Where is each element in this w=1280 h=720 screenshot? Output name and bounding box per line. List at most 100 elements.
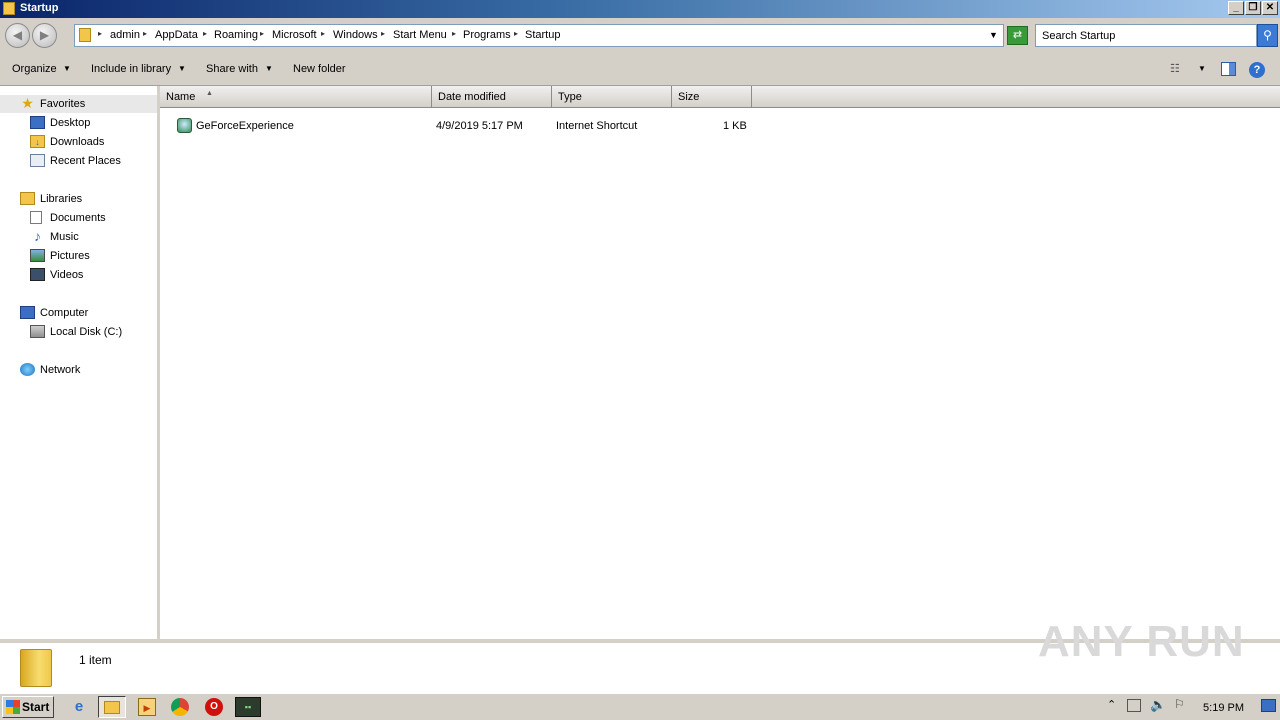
search-icon: ⚲: [1263, 28, 1272, 42]
chevron-right-icon[interactable]: ▸: [514, 29, 518, 38]
chevron-down-icon[interactable]: ▼: [1198, 64, 1206, 73]
column-header-type[interactable]: Type: [552, 86, 672, 108]
column-label: Name: [166, 91, 196, 103]
new-folder-button[interactable]: New folder: [293, 63, 346, 75]
folder-icon: [3, 2, 15, 15]
chevron-down-icon[interactable]: ▼: [178, 64, 186, 73]
organize-button[interactable]: Organize: [12, 63, 57, 75]
command-bar: Organize ▼ Include in library ▼ Share wi…: [0, 54, 1280, 86]
folder-icon: [104, 701, 120, 714]
views-icon[interactable]: ☷: [1170, 64, 1184, 75]
recent-places-icon: [30, 154, 45, 167]
nav-label: Network: [40, 364, 81, 376]
breadcrumb-admin[interactable]: admin: [110, 29, 140, 41]
show-desktop-icon[interactable]: [1261, 699, 1276, 712]
file-row[interactable]: GeForceExperience 4/9/2019 5:17 PM Inter…: [160, 116, 760, 136]
show-hidden-icons-icon[interactable]: ⌃: [1107, 698, 1116, 711]
include-in-library-button[interactable]: Include in library: [91, 63, 171, 75]
refresh-icon: ⇄: [1012, 29, 1023, 41]
nav-item-favorites[interactable]: ★ Favorites: [0, 95, 157, 113]
file-type: Internet Shortcut: [556, 120, 638, 132]
start-button[interactable]: Start: [2, 696, 54, 718]
music-icon: ♪: [34, 228, 41, 244]
minimize-button[interactable]: _: [1228, 1, 1244, 15]
chevron-right-icon[interactable]: ▸: [381, 29, 385, 38]
item-count: 1 item: [79, 653, 112, 667]
nav-label: Music: [50, 231, 79, 243]
column-label: Size: [678, 91, 700, 103]
breadcrumb-start-menu[interactable]: Start Menu: [393, 29, 447, 41]
column-header-filler: [752, 86, 1280, 108]
breadcrumb-programs[interactable]: Programs: [463, 29, 511, 41]
opera-icon[interactable]: O: [205, 698, 223, 716]
start-label: Start: [22, 700, 50, 714]
window-title: Startup: [20, 2, 59, 14]
navigation-pane: ★ Favorites Desktop ↓ Downloads Recent P…: [0, 86, 160, 639]
column-header-date-modified[interactable]: Date modified: [432, 86, 552, 108]
search-input[interactable]: Search Startup: [1035, 24, 1257, 47]
file-date-modified: 4/9/2019 5:17 PM: [436, 120, 523, 132]
network-status-icon[interactable]: [1127, 699, 1141, 712]
nav-label: Computer: [40, 307, 89, 319]
nav-label: Pictures: [50, 250, 90, 262]
internet-shortcut-icon: [177, 118, 192, 133]
chevron-down-icon[interactable]: ▼: [63, 64, 71, 73]
internet-explorer-icon[interactable]: e: [70, 698, 88, 716]
folder-icon: [20, 649, 52, 687]
chevron-right-icon[interactable]: ▸: [203, 29, 207, 38]
action-center-flag-icon[interactable]: ⚐: [1174, 697, 1185, 711]
share-with-button[interactable]: Share with: [206, 63, 258, 75]
chevron-right-icon[interactable]: ▸: [260, 29, 264, 38]
column-label: Date modified: [438, 91, 506, 103]
address-bar[interactable]: ▸ admin ▸ AppData ▸ Roaming ▸ Microsoft …: [74, 24, 1004, 47]
windows-logo-icon: [6, 700, 20, 714]
details-pane: 1 item ANY RUN: [0, 617, 1280, 693]
title-bar[interactable]: Startup _ ❐ ✕: [0, 0, 1280, 18]
restore-button[interactable]: ❐: [1245, 1, 1261, 15]
close-button[interactable]: ✕: [1262, 1, 1278, 15]
preview-pane-icon[interactable]: [1221, 62, 1236, 76]
back-button[interactable]: ◀: [5, 23, 30, 48]
volume-icon[interactable]: 🔈: [1150, 697, 1166, 713]
forward-button[interactable]: ▶: [32, 23, 57, 48]
refresh-button[interactable]: ⇄: [1007, 26, 1028, 45]
breadcrumb-microsoft[interactable]: Microsoft: [272, 29, 317, 41]
star-icon: ★: [21, 95, 34, 111]
explorer-taskbar-button[interactable]: [98, 696, 126, 718]
back-arrow-icon: ◀: [12, 28, 23, 42]
breadcrumb-windows[interactable]: Windows: [333, 29, 378, 41]
sort-up-icon: ▲: [206, 90, 213, 97]
nav-label: Favorites: [40, 98, 86, 110]
chevron-right-icon[interactable]: ▸: [98, 29, 102, 38]
chevron-right-icon[interactable]: ▸: [452, 29, 456, 38]
system-tray: ⌃ 🔈 ⚐ 5:19 PM: [1105, 696, 1280, 718]
task-manager-icon[interactable]: ▪▪: [235, 697, 261, 717]
chevron-down-icon[interactable]: ▼: [265, 64, 273, 73]
taskbar: Start e ▶ O ▪▪ ⌃ 🔈 ⚐ 5:19 PM: [0, 693, 1280, 720]
address-row: ◀ ▶ ▸ admin ▸ AppData ▸ Roaming ▸ Micros…: [0, 18, 1280, 54]
chevron-right-icon[interactable]: ▸: [143, 29, 147, 38]
file-size: 1 KB: [723, 120, 747, 132]
network-icon: [20, 363, 35, 376]
chrome-icon[interactable]: [171, 698, 189, 716]
column-headers: Name ▲ Date modified Type Size: [160, 86, 1280, 108]
breadcrumb-appdata[interactable]: AppData: [155, 29, 198, 41]
downloads-folder-icon: ↓: [30, 135, 45, 148]
search-button[interactable]: ⚲: [1257, 24, 1278, 47]
address-dropdown-icon[interactable]: ▼: [989, 30, 998, 40]
breadcrumb-startup[interactable]: Startup: [525, 29, 560, 41]
nav-label: Libraries: [40, 193, 83, 205]
chevron-right-icon[interactable]: ▸: [321, 29, 325, 38]
nav-label: Downloads: [50, 136, 105, 148]
column-label: Type: [558, 91, 582, 103]
media-player-icon[interactable]: ▶: [138, 698, 156, 716]
column-header-name[interactable]: Name ▲: [160, 86, 432, 108]
nav-label: Local Disk (C:): [50, 326, 123, 338]
help-icon[interactable]: ?: [1249, 62, 1265, 78]
documents-icon: [30, 211, 42, 224]
search-placeholder: Search Startup: [1042, 30, 1116, 42]
clock[interactable]: 5:19 PM: [1203, 702, 1244, 714]
column-header-size[interactable]: Size: [672, 86, 752, 108]
nav-label: Documents: [50, 212, 106, 224]
breadcrumb-roaming[interactable]: Roaming: [214, 29, 258, 41]
